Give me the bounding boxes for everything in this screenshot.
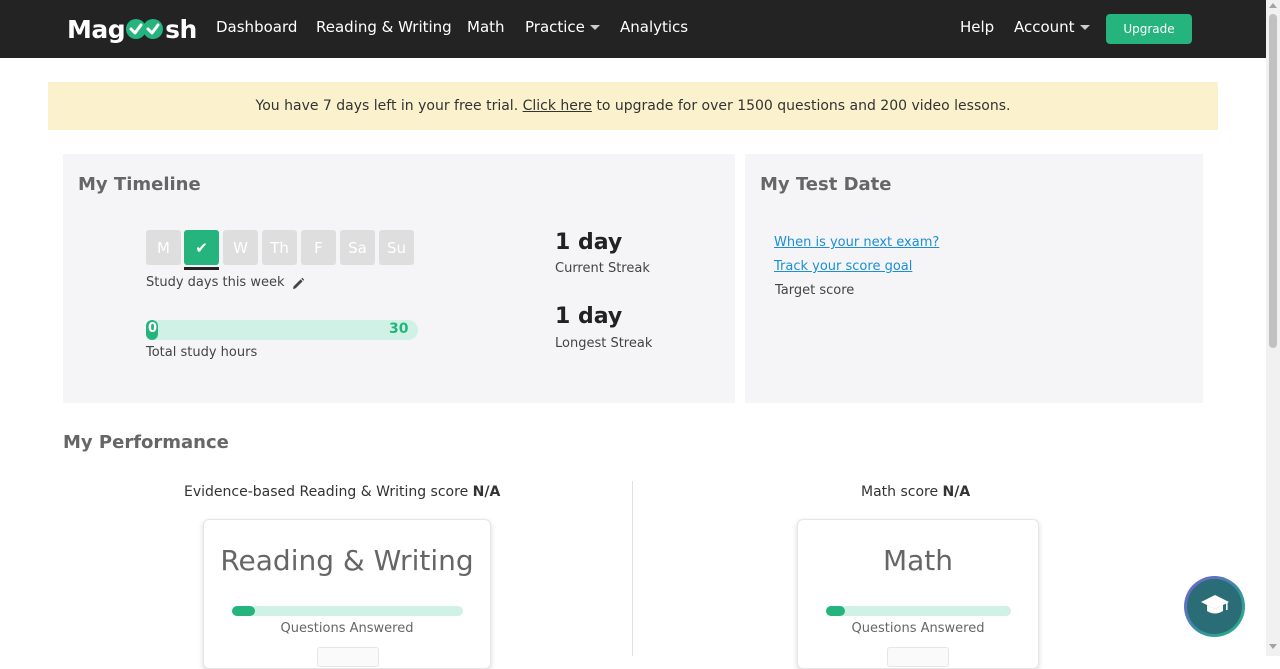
banner-text-after: to upgrade for over 1500 questions and 2… (591, 98, 1011, 114)
test-date-title: My Test Date (760, 174, 892, 195)
longest-streak-value: 1 day (555, 304, 623, 329)
next-exam-link[interactable]: When is your next exam? (774, 235, 939, 250)
graduation-cap-icon (1200, 593, 1230, 621)
magoosh-logo[interactable]: Mag sh (67, 12, 197, 46)
study-days-label: Study days this week (146, 275, 285, 290)
longest-streak-label: Longest Streak (555, 336, 653, 351)
score-goal-link[interactable]: Track your score goal (774, 259, 912, 274)
fab-inner-circle (1187, 579, 1242, 634)
banner-upgrade-link[interactable]: Click here (523, 98, 592, 114)
rw-questions-count-box (317, 647, 379, 667)
nav-practice-dropdown[interactable]: Practice (525, 18, 600, 36)
math-questions-progress-fill (826, 606, 845, 616)
nav-practice-label: Practice (525, 18, 585, 36)
day-tuesday-checked[interactable]: ✔ (184, 230, 219, 265)
day-sunday[interactable]: Su (379, 230, 414, 265)
nav-account-dropdown[interactable]: Account (1014, 18, 1090, 36)
math-score-value: N/A (942, 484, 971, 500)
logo-text-left: Mag (67, 14, 126, 44)
math-score-label: Math score (861, 484, 939, 500)
rw-card-title: Reading & Writing (220, 544, 474, 577)
day-thursday[interactable]: Th (262, 230, 297, 265)
math-score: Math score N/A (861, 484, 970, 500)
target-score-label: Target score (775, 283, 855, 298)
rw-score-label: Evidence-based Reading & Writing score (184, 484, 469, 500)
day-saturday[interactable]: Sa (340, 230, 375, 265)
top-navbar: Mag sh Dashboard Reading & Writing Math … (0, 0, 1266, 58)
rw-questions-progress-bar (232, 606, 463, 616)
logo-text-right: sh (165, 14, 197, 44)
day-monday[interactable]: M (146, 230, 181, 265)
timeline-title: My Timeline (78, 174, 201, 195)
nav-account-label: Account (1014, 18, 1075, 36)
chevron-down-icon (1079, 25, 1090, 30)
scroll-up-arrow-icon[interactable] (1269, 3, 1277, 8)
pencil-edit-icon[interactable] (291, 276, 305, 290)
math-questions-count-box (887, 647, 949, 667)
nav-dashboard[interactable]: Dashboard (216, 18, 297, 36)
total-study-hours-label: Total study hours (146, 345, 258, 360)
math-card-title: Math (882, 544, 954, 577)
day-friday[interactable]: F (301, 230, 336, 265)
banner-text-before: You have 7 days left in your free trial. (255, 98, 523, 114)
current-streak-value: 1 day (555, 230, 623, 255)
nav-reading-writing[interactable]: Reading & Writing (316, 18, 452, 36)
today-indicator (184, 267, 219, 270)
rw-performance-card[interactable]: Reading & Writing Questions Answered (203, 519, 491, 669)
performance-divider (632, 481, 633, 656)
day-wednesday[interactable]: W (223, 230, 258, 265)
scroll-down-arrow-icon[interactable] (1269, 644, 1277, 649)
math-questions-progress-bar (826, 606, 1011, 616)
rw-score-value: N/A (472, 484, 501, 500)
free-trial-banner: You have 7 days left in your free trial.… (48, 82, 1218, 130)
nav-analytics[interactable]: Analytics (620, 18, 688, 36)
rw-questions-progress-fill (232, 606, 256, 616)
nav-help[interactable]: Help (960, 18, 994, 36)
math-questions-answered-label: Questions Answered (851, 621, 985, 636)
chevron-down-icon (589, 25, 600, 30)
current-streak-label: Current Streak (555, 261, 650, 276)
help-chat-button[interactable] (1184, 576, 1245, 637)
study-hours-current: 0 (148, 321, 158, 336)
rw-questions-answered-label: Questions Answered (280, 621, 414, 636)
owl-eyes-icon (126, 16, 164, 42)
upgrade-button[interactable]: Upgrade (1106, 14, 1192, 44)
rw-score: Evidence-based Reading & Writing score N… (184, 484, 500, 500)
performance-title: My Performance (63, 432, 229, 453)
study-hours-progress-bar (146, 320, 418, 340)
study-hours-max: 30 (389, 321, 409, 337)
scrollbar-thumb[interactable] (1269, 14, 1277, 348)
math-performance-card[interactable]: Math Questions Answered (797, 519, 1039, 669)
nav-math[interactable]: Math (467, 18, 505, 36)
page-scrollbar[interactable] (1266, 0, 1280, 656)
